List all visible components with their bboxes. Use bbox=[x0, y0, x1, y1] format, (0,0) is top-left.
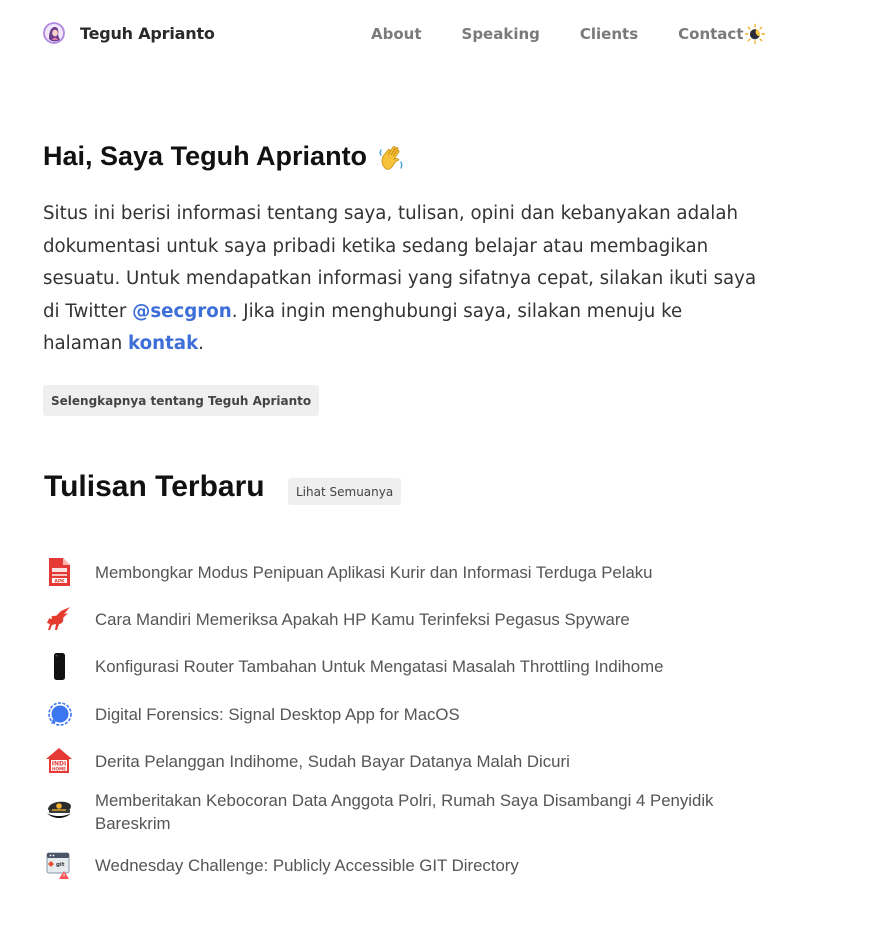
contact-link[interactable]: kontak bbox=[128, 333, 198, 354]
waving-hand-icon bbox=[379, 145, 403, 170]
post-title: Memberitakan Kebocoran Data Anggota Polr… bbox=[95, 791, 714, 833]
router-icon bbox=[54, 653, 65, 680]
signal-icon bbox=[48, 702, 72, 726]
intro-text-part: . bbox=[198, 333, 204, 354]
nav-contact[interactable]: Contact bbox=[678, 25, 743, 43]
intro-paragraph: Situs ini berisi informasi tentang saya,… bbox=[43, 198, 763, 361]
post-item[interactable]: Memberitakan Kebocoran Data Anggota Polr… bbox=[43, 789, 803, 849]
indihome-icon: INDI HOME bbox=[46, 748, 72, 773]
main-nav: About Speaking Clients Contact bbox=[371, 25, 784, 43]
nav-clients[interactable]: Clients bbox=[580, 25, 638, 43]
post-title: Membongkar Modus Penipuan Aplikasi Kurir… bbox=[95, 563, 653, 582]
post-title: Konfigurasi Router Tambahan Untuk Mengat… bbox=[95, 657, 664, 676]
avatar bbox=[43, 22, 65, 44]
post-item[interactable]: Digital Forensics: Signal Desktop App fo… bbox=[43, 698, 803, 745]
svg-text:APK: APK bbox=[54, 578, 65, 584]
post-item[interactable]: INDI HOME Derita Pelanggan Indihome, Sud… bbox=[43, 745, 803, 789]
nav-speaking[interactable]: Speaking bbox=[462, 25, 540, 43]
site-header: Teguh Aprianto About Speaking Clients Co… bbox=[0, 0, 887, 70]
post-title: Digital Forensics: Signal Desktop App fo… bbox=[95, 705, 460, 724]
twitter-link[interactable]: @secgron bbox=[132, 301, 232, 322]
post-item[interactable]: APK Membongkar Modus Penipuan Aplikasi K… bbox=[43, 556, 803, 603]
post-title: Wednesday Challenge: Publicly Accessible… bbox=[95, 856, 519, 875]
police-cap-icon bbox=[47, 801, 71, 818]
see-all-button[interactable]: Lihat Semuanya bbox=[288, 478, 402, 505]
brand-name: Teguh Aprianto bbox=[80, 23, 215, 43]
svg-text:git: git bbox=[56, 862, 65, 868]
svg-text:HOME: HOME bbox=[52, 767, 66, 772]
post-item[interactable]: Konfigurasi Router Tambahan Untuk Mengat… bbox=[43, 650, 803, 698]
intro-title: Hai, Saya Teguh Aprianto bbox=[43, 141, 407, 172]
post-list: APK Membongkar Modus Penipuan Aplikasi K… bbox=[43, 556, 803, 889]
theme-toggle-icon[interactable] bbox=[744, 23, 766, 45]
post-title: Derita Pelanggan Indihome, Sudah Bayar D… bbox=[95, 752, 570, 771]
nav-about[interactable]: About bbox=[371, 25, 422, 43]
git-directory-icon: git bbox=[46, 852, 70, 879]
post-title: Cara Mandiri Memeriksa Apakah HP Kamu Te… bbox=[95, 610, 630, 629]
home-link[interactable]: Teguh Aprianto bbox=[43, 22, 215, 44]
apk-file-icon: APK bbox=[49, 558, 70, 586]
post-item[interactable]: Cara Mandiri Memeriksa Apakah HP Kamu Te… bbox=[43, 603, 803, 650]
intro-title-text: Hai, Saya Teguh Aprianto bbox=[43, 141, 368, 171]
pegasus-icon bbox=[47, 607, 70, 630]
post-item[interactable]: git Wednesday Challenge: Publicly Access… bbox=[43, 849, 803, 889]
latest-posts-title: Tulisan Terbaru bbox=[44, 470, 265, 503]
about-more-button[interactable]: Selengkapnya tentang Teguh Aprianto bbox=[43, 385, 320, 416]
